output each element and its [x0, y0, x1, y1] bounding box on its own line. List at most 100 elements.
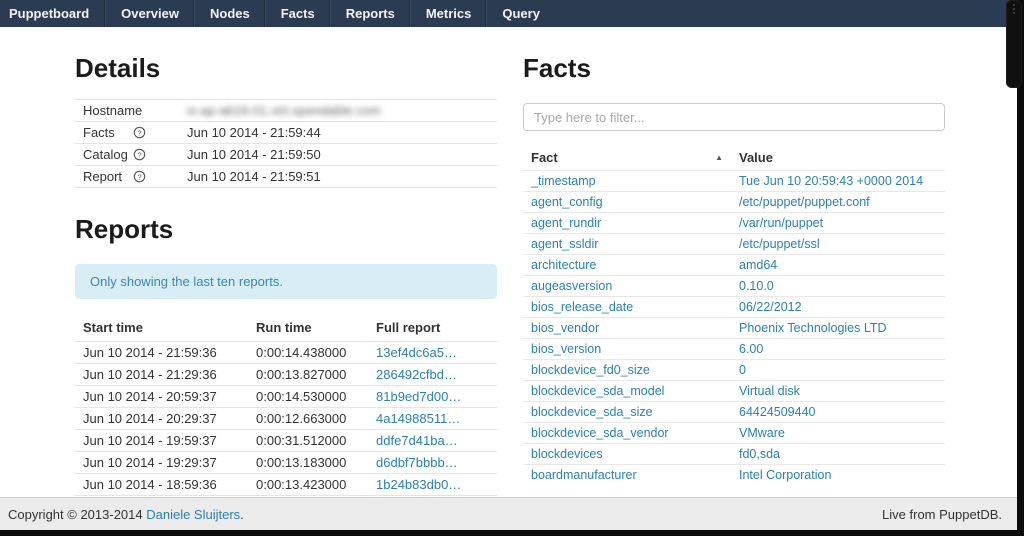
report-hash-cell: 286492cfbd…: [368, 364, 497, 386]
details-row-timestamp: Jun 10 2014 - 21:59:50: [179, 144, 497, 166]
nav-link-query[interactable]: Query: [487, 0, 555, 27]
report-hash-link[interactable]: 81b9ed7d00…: [376, 389, 461, 404]
fact-value-cell: 0: [731, 360, 945, 381]
fact-row: blockdevice_fd0_size 0: [523, 360, 945, 381]
fact-name-cell: boardmanufacturer: [523, 465, 731, 486]
scrollbar-thumb[interactable]: [1006, 0, 1022, 88]
report-start-time: Jun 10 2014 - 19:59:37: [75, 430, 248, 452]
fact-name-link[interactable]: blockdevice_sda_size: [531, 405, 653, 419]
report-hash-cell: d6dbf7bbbb…: [368, 452, 497, 474]
fact-row: _timestamp Tue Jun 10 20:59:43 +0000 2014: [523, 171, 945, 192]
fact-row: bios_version 6.00: [523, 339, 945, 360]
fact-name-link[interactable]: agent_config: [531, 195, 603, 209]
fact-value-link[interactable]: fd0,sda: [739, 447, 780, 461]
report-hash-link[interactable]: 13ef4dc6a5…: [376, 345, 457, 360]
fact-value-cell: /etc/puppet/ssl: [731, 234, 945, 255]
footer-live-status: Live from PuppetDB.: [882, 507, 1002, 522]
reports-title: Reports: [75, 214, 497, 244]
details-row-label-cell: Report?: [75, 166, 179, 188]
details-row-label: Catalog: [83, 147, 133, 162]
fact-name-cell: agent_rundir: [523, 213, 731, 234]
report-hash-cell: 13ef4dc6a5…: [368, 342, 497, 364]
fact-name-link[interactable]: blockdevice_sda_model: [531, 384, 664, 398]
fact-value-link[interactable]: 06/22/2012: [739, 300, 802, 314]
fact-name-link[interactable]: agent_rundir: [531, 216, 601, 230]
col-fact[interactable]: Fact ▲: [523, 147, 731, 171]
fact-name-cell: bios_vendor: [523, 318, 731, 339]
fact-name-link[interactable]: blockdevice_fd0_size: [531, 363, 650, 377]
fact-name-link[interactable]: boardmanufacturer: [531, 468, 637, 482]
report-row: Jun 10 2014 - 20:29:370:00:12.6630004a14…: [75, 408, 497, 430]
report-hash-link[interactable]: 4a14988511…: [376, 411, 460, 426]
report-hash-cell: 1b24b83db0…: [368, 474, 497, 496]
report-hash-link[interactable]: d6dbf7bbbb…: [376, 455, 458, 470]
fact-row: blockdevice_sda_size 64424509440: [523, 402, 945, 423]
author-link[interactable]: Daniele Sluijters: [146, 507, 240, 522]
fact-name-link[interactable]: augeasversion: [531, 279, 612, 293]
nav-link-reports[interactable]: Reports: [331, 0, 410, 27]
navbar-brand[interactable]: Puppetboard: [0, 0, 105, 27]
fact-row: blockdevice_sda_vendor VMware: [523, 423, 945, 444]
fact-value-link[interactable]: Tue Jun 10 20:59:43 +0000 2014: [739, 174, 923, 188]
fact-value-cell: 6.00: [731, 339, 945, 360]
report-hash-cell: 4a14988511…: [368, 408, 497, 430]
report-run-time: 0:00:13.827000: [248, 364, 368, 386]
report-row: Jun 10 2014 - 18:59:360:00:13.4230001b24…: [75, 474, 497, 496]
report-row: Jun 10 2014 - 19:59:370:00:31.512000ddfe…: [75, 430, 497, 452]
nav-link-nodes[interactable]: Nodes: [195, 0, 265, 27]
report-hash-link[interactable]: 1b24b83db0…: [376, 477, 461, 492]
info-icon: ?: [133, 126, 146, 139]
fact-row: agent_config/etc/puppet/puppet.conf: [523, 192, 945, 213]
fact-value-link[interactable]: Intel Corporation: [739, 468, 831, 482]
info-icon: ?: [133, 170, 146, 183]
fact-row: blockdevices fd0,sda: [523, 444, 945, 465]
reports-table-header: Start time Run time Full report: [75, 317, 497, 342]
fact-value-link[interactable]: Virtual disk: [739, 384, 800, 398]
hostname-value-obscured: ix-ap-ab16-01.virt.opendable.com: [187, 103, 381, 118]
fact-name-link[interactable]: blockdevice_sda_vendor: [531, 426, 669, 440]
fact-row: augeasversion 0.10.0: [523, 276, 945, 297]
fact-value-link[interactable]: 0.10.0: [739, 279, 774, 293]
main-content: Details Hostname ix-ap-ab16-01.virt.open…: [0, 27, 1024, 497]
fact-value-link[interactable]: /var/run/puppet: [739, 216, 823, 230]
reports-table-body: Jun 10 2014 - 21:59:360:00:14.438000 13ef…: [75, 342, 497, 498]
svg-text:?: ?: [137, 150, 141, 159]
fact-value-link[interactable]: 6.00: [739, 342, 763, 356]
navbar: Puppetboard OverviewNodesFactsReportsMet…: [0, 0, 1024, 27]
fact-value-link[interactable]: Phoenix Technologies LTD: [739, 321, 887, 335]
report-run-time: 0:00:14.530000: [248, 386, 368, 408]
report-hash-link[interactable]: ddfe7d41ba…: [376, 433, 458, 448]
fact-name-link[interactable]: blockdevices: [531, 447, 603, 461]
facts-filter-input[interactable]: [523, 103, 945, 131]
details-table: Hostname ix-ap-ab16-01.virt.opendable.co…: [75, 99, 497, 188]
fact-value-cell: Tue Jun 10 20:59:43 +0000 2014: [731, 171, 945, 192]
fact-value-link[interactable]: 0: [739, 363, 746, 377]
node-detail-column: Details Hostname ix-ap-ab16-01.virt.open…: [75, 27, 497, 497]
svg-text:?: ?: [137, 172, 141, 181]
facts-table-body: _timestamp Tue Jun 10 20:59:43 +0000 2014…: [523, 171, 945, 486]
nav-link-overview[interactable]: Overview: [106, 0, 194, 27]
nav-link-metrics[interactable]: Metrics: [411, 0, 487, 27]
fact-value-link[interactable]: /etc/puppet/ssl: [739, 237, 820, 251]
fact-value-link[interactable]: amd64: [739, 258, 777, 272]
col-value[interactable]: Value: [731, 147, 945, 171]
fact-name-link[interactable]: bios_version: [531, 342, 601, 356]
fact-name-cell: _timestamp: [523, 171, 731, 192]
fact-name-cell: bios_release_date: [523, 297, 731, 318]
nav-link-facts[interactable]: Facts: [266, 0, 330, 27]
fact-name-link[interactable]: _timestamp: [531, 174, 596, 188]
report-run-time: 0:00:13.423000: [248, 474, 368, 496]
report-hash-link[interactable]: 286492cfbd…: [376, 367, 457, 382]
report-start-time: Jun 10 2014 - 21:59:36: [75, 342, 248, 364]
fact-name-link[interactable]: agent_ssldir: [531, 237, 598, 251]
fact-value-link[interactable]: /etc/puppet/puppet.conf: [739, 195, 870, 209]
fact-name-cell: architecture: [523, 255, 731, 276]
fact-name-link[interactable]: bios_vendor: [531, 321, 599, 335]
fact-name-link[interactable]: architecture: [531, 258, 596, 272]
fact-value-link[interactable]: VMware: [739, 426, 785, 440]
nav-item-reports: Reports: [330, 0, 410, 27]
fact-name-link[interactable]: bios_release_date: [531, 300, 633, 314]
col-start-time: Start time: [75, 317, 248, 342]
fact-value-link[interactable]: 64424509440: [739, 405, 815, 419]
report-run-time: 0:00:14.438000: [248, 342, 368, 364]
